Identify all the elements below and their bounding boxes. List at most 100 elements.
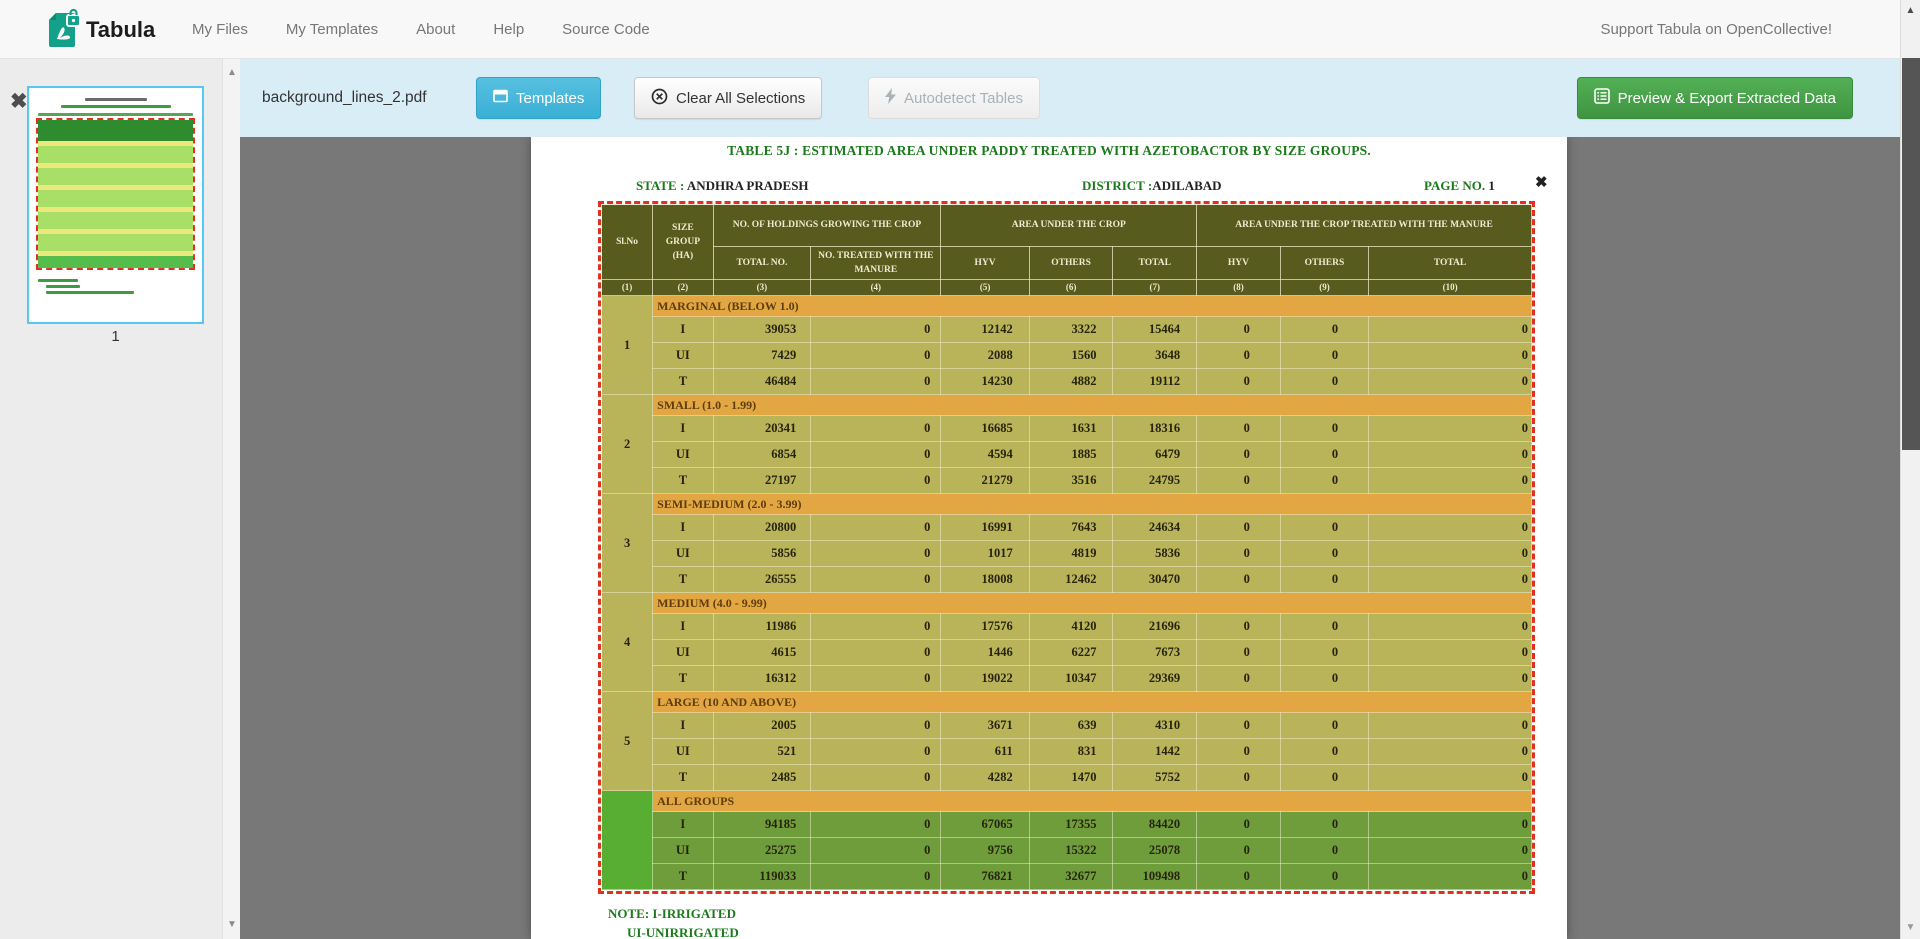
table-cell: 76821 [941, 864, 1029, 890]
table-cell: 0 [1369, 541, 1532, 567]
table-cell: 611 [941, 739, 1029, 765]
table-cell: Sl.No [602, 205, 653, 280]
table-cell: 0 [1280, 765, 1368, 791]
doc-table: Sl.NoSIZE GROUP (HA)NO. OF HOLDINGS GROW… [601, 204, 1532, 890]
table-row: T24850428214705752000 [602, 765, 1532, 791]
table-cell: 0 [1197, 713, 1281, 739]
templates-button[interactable]: Templates [476, 77, 601, 119]
table-cell: 0 [811, 343, 941, 369]
table-cell: 15464 [1113, 317, 1197, 343]
table-cell: 12462 [1029, 567, 1113, 593]
table-cell: 0 [811, 739, 941, 765]
nav-item-my-templates[interactable]: My Templates [286, 21, 378, 38]
table-row: UI68540459418856479000 [602, 442, 1532, 468]
table-cell: MEDIUM (4.0 - 9.99) [653, 593, 1532, 614]
scroll-up-icon[interactable]: ▲ [223, 67, 241, 78]
clear-selections-button[interactable]: Clear All Selections [634, 77, 822, 119]
table-cell: (9) [1280, 280, 1368, 296]
table-cell: (1) [602, 280, 653, 296]
table-cell: 18008 [941, 567, 1029, 593]
sidebar-scrollbar[interactable]: ▲ ▼ [222, 59, 240, 939]
table-cell: 0 [1369, 666, 1532, 692]
table-row: I2005036716394310000 [602, 713, 1532, 739]
table-band-row: 1MARGINAL (BELOW 1.0) [602, 296, 1532, 317]
table-cell: SMALL (1.0 - 1.99) [653, 395, 1532, 416]
table-cell: SIZE GROUP (HA) [653, 205, 713, 280]
table-row: I11986017576412021696000 [602, 614, 1532, 640]
table-cell: 3671 [941, 713, 1029, 739]
nav-item-source-code[interactable]: Source Code [562, 21, 650, 38]
window-scrollbar[interactable]: ▲ ▼ [1900, 0, 1920, 939]
table-row: UI52106118311442000 [602, 739, 1532, 765]
table-cell: 0 [1280, 666, 1368, 692]
table-cell: AREA UNDER THE CROP TREATED WITH THE MAN… [1197, 205, 1532, 247]
table-cell: 0 [1197, 343, 1281, 369]
selection-close-icon[interactable]: ✖ [1535, 175, 1548, 190]
table-cell: 0 [1369, 614, 1532, 640]
table-cell: 0 [811, 442, 941, 468]
scrollbar-thumb[interactable] [1902, 58, 1920, 450]
table-cell: I [653, 614, 713, 640]
filename-label: background_lines_2.pdf [262, 59, 427, 137]
table-cell: I [653, 713, 713, 739]
table-band-row: 5LARGE (10 AND ABOVE) [602, 692, 1532, 713]
table-cell: 7429 [713, 343, 811, 369]
table-cell: 0 [1280, 614, 1368, 640]
table-cell: 84420 [1113, 812, 1197, 838]
table-cell: UI [653, 640, 713, 666]
table-cell: 0 [1197, 765, 1281, 791]
table-row: I39053012142332215464000 [602, 317, 1532, 343]
support-link[interactable]: Support Tabula on OpenCollective! [1600, 0, 1832, 59]
export-button[interactable]: Preview & Export Extracted Data [1577, 77, 1853, 119]
table-cell: 17576 [941, 614, 1029, 640]
table-cell: 0 [1280, 812, 1368, 838]
tabula-logo-icon[interactable] [44, 8, 82, 52]
table-cell: 0 [811, 666, 941, 692]
table-cell: 0 [811, 416, 941, 442]
remove-page-icon[interactable]: ✖ [10, 91, 28, 112]
table-row: T163120190221034729369000 [602, 666, 1532, 692]
table-cell: 4819 [1029, 541, 1113, 567]
table-cell: 4282 [941, 765, 1029, 791]
table-cell: TOTAL NO. [713, 247, 811, 280]
nav-item-my-files[interactable]: My Files [192, 21, 248, 38]
table-cell: 0 [811, 864, 941, 890]
pdf-page[interactable]: TABLE 5J : ESTIMATED AREA UNDER PADDY TR… [531, 137, 1567, 939]
table-cell: 7643 [1029, 515, 1113, 541]
autodetect-tables-button[interactable]: Autodetect Tables [868, 77, 1040, 119]
table-cell: 0 [1369, 765, 1532, 791]
table-selection-box[interactable]: Sl.NoSIZE GROUP (HA)NO. OF HOLDINGS GROW… [598, 201, 1535, 894]
table-cell: T [653, 369, 713, 395]
table-cell: 0 [1197, 369, 1281, 395]
nav-menu: My Files My Templates About Help Source … [192, 0, 650, 59]
scroll-down-icon[interactable]: ▼ [223, 919, 241, 930]
table-header-row: Sl.NoSIZE GROUP (HA)NO. OF HOLDINGS GROW… [602, 205, 1532, 247]
nav-item-help[interactable]: Help [493, 21, 524, 38]
scrollbar-up-icon[interactable]: ▲ [1901, 5, 1920, 16]
table-cell: T [653, 864, 713, 890]
table-cell: 4615 [713, 640, 811, 666]
table-cell: 6479 [1113, 442, 1197, 468]
brand-title[interactable]: Tabula [86, 0, 155, 59]
table-cell: AREA UNDER THE CROP [941, 205, 1197, 247]
table-cell: 16685 [941, 416, 1029, 442]
table-cell: 21696 [1113, 614, 1197, 640]
table-cell: HYV [1197, 247, 1281, 280]
table-cell: HYV [941, 247, 1029, 280]
scrollbar-down-icon[interactable]: ▼ [1901, 922, 1920, 933]
table-cell: 0 [1369, 442, 1532, 468]
table-cell: I [653, 515, 713, 541]
table-cell: T [653, 666, 713, 692]
table-cell: 32677 [1029, 864, 1113, 890]
table-cell: 5836 [1113, 541, 1197, 567]
table-cell: 0 [811, 614, 941, 640]
table-cell: OTHERS [1029, 247, 1113, 280]
nav-item-about[interactable]: About [416, 21, 455, 38]
table-cell: (8) [1197, 280, 1281, 296]
page-thumbnail[interactable] [27, 86, 204, 324]
table-cell: 0 [1369, 812, 1532, 838]
note-line-1: NOTE: I-IRRIGATED [608, 906, 736, 922]
table-band-row: 3SEMI-MEDIUM (2.0 - 3.99) [602, 494, 1532, 515]
table-cell: 24634 [1113, 515, 1197, 541]
thumb-table-header [38, 120, 193, 141]
